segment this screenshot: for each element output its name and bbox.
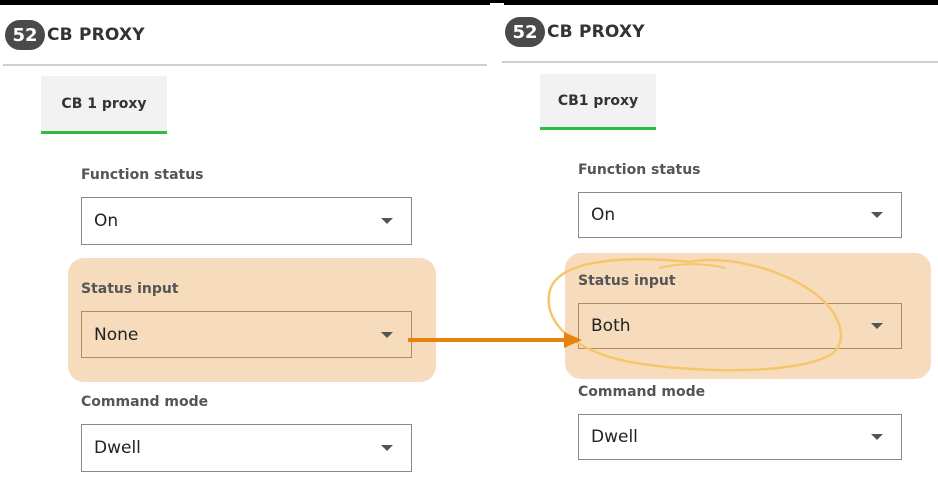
panel-header: 52 CB PROXY xyxy=(505,17,645,47)
chevron-down-icon xyxy=(871,212,883,218)
panel-title: CB PROXY xyxy=(47,25,145,45)
status-input-select[interactable]: None xyxy=(81,311,412,358)
tab-cb1-proxy[interactable]: CB1 proxy xyxy=(540,74,656,130)
header-divider xyxy=(502,61,938,63)
annotation-circle xyxy=(547,258,843,372)
chevron-down-icon xyxy=(381,218,393,224)
arrow-right-icon xyxy=(408,332,582,348)
header-divider xyxy=(3,64,487,66)
function-status-value: On xyxy=(94,211,119,231)
function-number-badge: 52 xyxy=(5,20,45,50)
chevron-down-icon xyxy=(871,434,883,440)
function-status-value: On xyxy=(591,205,616,225)
panel-title: CB PROXY xyxy=(547,22,645,42)
command-mode-label: Command mode xyxy=(81,394,209,410)
command-mode-label: Command mode xyxy=(578,384,706,400)
function-status-select[interactable]: On xyxy=(578,192,902,238)
command-mode-select[interactable]: Dwell xyxy=(81,424,412,472)
function-number-badge: 52 xyxy=(505,17,545,47)
panel-header: 52 CB PROXY xyxy=(5,20,145,50)
function-status-label: Function status xyxy=(81,167,204,183)
tab-cb1-proxy[interactable]: CB 1 proxy xyxy=(41,76,167,134)
status-input-value: None xyxy=(94,324,139,345)
function-status-select[interactable]: On xyxy=(81,197,412,245)
chevron-down-icon xyxy=(871,323,883,329)
command-mode-value: Dwell xyxy=(591,427,638,447)
status-input-label: Status input xyxy=(81,281,179,297)
right-panel: 52 CB PROXY CB1 proxy Function status On… xyxy=(500,0,938,491)
chevron-down-icon xyxy=(381,331,393,338)
function-status-label: Function status xyxy=(578,162,701,178)
chevron-down-icon xyxy=(381,445,393,451)
left-panel: 52 CB PROXY CB 1 proxy Function status O… xyxy=(0,0,490,491)
command-mode-select[interactable]: Dwell xyxy=(578,414,902,460)
command-mode-value: Dwell xyxy=(94,438,141,458)
